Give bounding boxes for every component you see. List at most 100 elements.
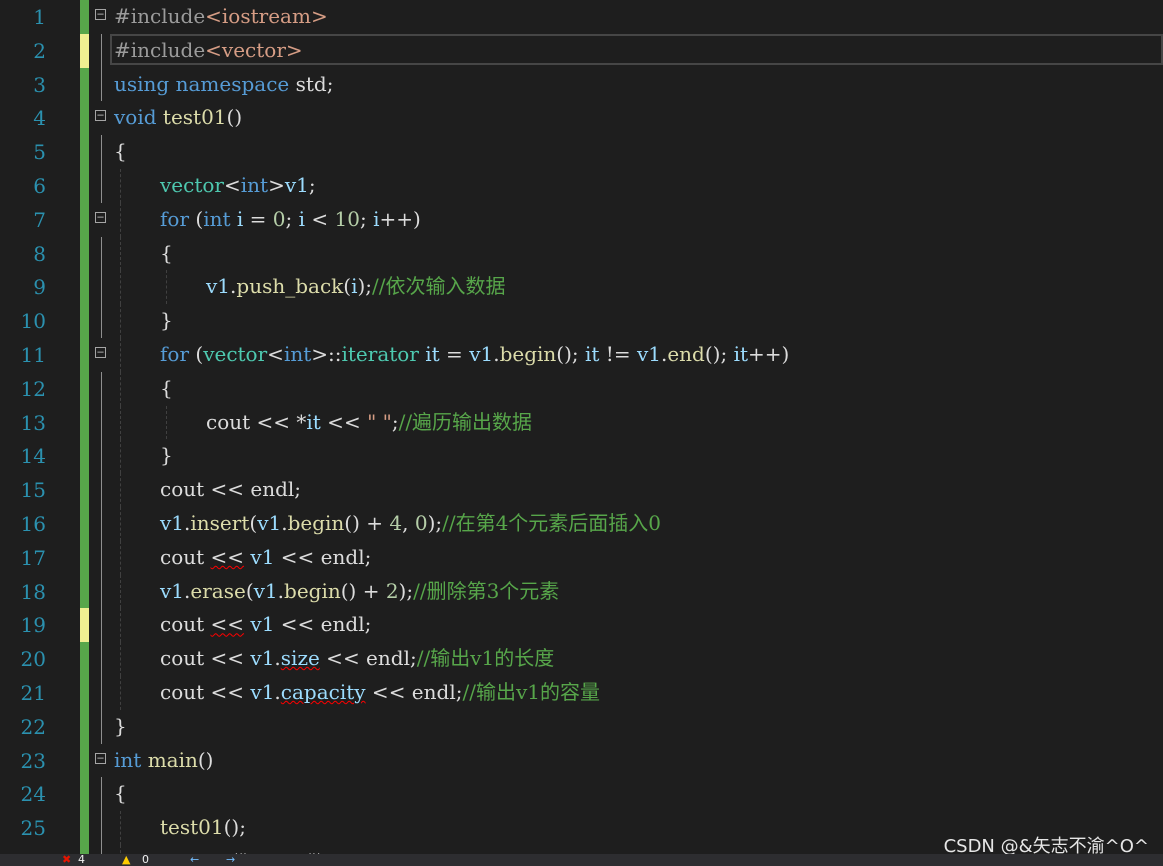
- code-text[interactable]: }: [160, 306, 173, 334]
- code-token: #include: [114, 4, 206, 28]
- navigate-forward-icon[interactable]: →: [226, 854, 235, 866]
- indent-guide: [120, 642, 122, 676]
- code-text[interactable]: for (int i = 0; i < 10; i++): [160, 205, 421, 233]
- code-token: //输出v1的容量: [462, 680, 600, 704]
- code-token: ();: [556, 342, 585, 366]
- collapse-icon[interactable]: −: [95, 752, 106, 764]
- code-line[interactable]: 15 cout << endl;: [0, 473, 1163, 507]
- code-text[interactable]: int main(): [114, 746, 213, 774]
- fold-guide-line: [101, 507, 102, 541]
- code-line[interactable]: 8{: [0, 236, 1163, 271]
- code-text[interactable]: }: [160, 441, 173, 469]
- line-number: 25: [20, 816, 46, 841]
- line-number: 4: [33, 106, 46, 131]
- code-line[interactable]: 23 − int main(): [0, 743, 1163, 778]
- collapse-icon[interactable]: −: [95, 211, 106, 223]
- code-text[interactable]: cout << endl;: [160, 475, 301, 503]
- code-line[interactable]: 17 cout << v1 << endl;: [0, 540, 1163, 575]
- navigate-back-icon[interactable]: ←: [190, 854, 199, 866]
- saved-change-marker: [80, 811, 89, 845]
- code-text[interactable]: cout << v1.capacity << endl;//输出v1的容量: [160, 678, 600, 706]
- code-text[interactable]: v1.insert(v1.begin() + 4, 0);//在第4个元素后面插…: [160, 509, 661, 537]
- indent-guide: [120, 169, 122, 203]
- code-line[interactable]: 10}: [0, 304, 1163, 338]
- code-text[interactable]: cout << v1 << endl;: [160, 543, 371, 571]
- line-number: 3: [33, 72, 46, 97]
- code-text[interactable]: v1.push_back(i);//依次输入数据: [206, 272, 506, 300]
- code-token: v1: [250, 680, 275, 704]
- collapse-icon[interactable]: −: [95, 346, 106, 358]
- code-text[interactable]: {: [160, 239, 173, 267]
- code-line[interactable]: 4 − void test01(): [0, 101, 1163, 136]
- code-text[interactable]: #include<vector>: [114, 36, 303, 64]
- code-token: v1: [284, 173, 309, 197]
- saved-change-marker: [80, 777, 89, 812]
- warning-icon[interactable]: ▲: [122, 854, 130, 866]
- code-line[interactable]: 12 {: [0, 371, 1163, 406]
- code-text[interactable]: cout << *it << " ";//遍历输出数据: [206, 408, 532, 436]
- code-editor[interactable]: 1− #include<iostream> 2 #include<vector> 3 us…: [0, 0, 1163, 866]
- code-token: int: [203, 206, 231, 231]
- code-token: vector: [203, 342, 268, 366]
- code-text[interactable]: cout << v1.size << endl;//输出v1的长度: [160, 644, 554, 672]
- code-text[interactable]: }: [114, 712, 127, 740]
- code-token: }: [160, 443, 173, 468]
- code-line[interactable]: 13 cout << *it << " ";//遍历输出数据: [0, 405, 1163, 440]
- code-token: >::: [311, 342, 342, 366]
- code-line[interactable]: 18 v1.erase(v1.begin() + 2);//删除第3个元素: [0, 574, 1163, 609]
- code-line[interactable]: 19 cout << v1 << endl;: [0, 608, 1163, 643]
- indent-guide: [166, 270, 168, 305]
- code-line[interactable]: 5{: [0, 135, 1163, 169]
- code-line[interactable]: 6 vector<int>v1;: [0, 169, 1163, 203]
- code-text[interactable]: #include<iostream>: [114, 2, 328, 30]
- error-count[interactable]: 4: [78, 854, 85, 866]
- code-text[interactable]: {: [160, 374, 173, 402]
- code-line[interactable]: 9 v1.push_back(i);//依次输入数据: [0, 270, 1163, 305]
- code-line[interactable]: 14}: [0, 439, 1163, 474]
- saved-change-marker: [80, 101, 89, 136]
- code-line[interactable]: 21 cout << v1.capacity << endl;//输出v1的容量: [0, 676, 1163, 710]
- status-bar: ✖ 4 ▲ 0 ← →: [0, 854, 1163, 866]
- code-line[interactable]: 24 {: [0, 777, 1163, 812]
- fold-guide-line: [101, 608, 102, 643]
- code-text[interactable]: cout << v1 << endl;: [160, 610, 371, 638]
- code-token: ();: [223, 815, 246, 840]
- code-text[interactable]: void test01(): [114, 103, 242, 131]
- code-line[interactable]: 7 − for (int i = 0; i < 10; i++): [0, 202, 1163, 237]
- code-text[interactable]: using namespace std;: [114, 70, 333, 98]
- code-line[interactable]: 16 v1.insert(v1.begin() + 4, 0);//在第4个元素后…: [0, 507, 1163, 541]
- code-text[interactable]: for (vector<int>::iterator it = v1.begin…: [160, 340, 789, 368]
- code-text[interactable]: v1.erase(v1.begin() + 2);//删除第3个元素: [160, 577, 559, 605]
- code-text[interactable]: {: [114, 779, 127, 807]
- fold-guide-line: [101, 304, 102, 338]
- warning-count[interactable]: 0: [142, 854, 149, 866]
- code-line[interactable]: 2 #include<vector>: [0, 33, 1163, 68]
- fold-guide-line: [101, 169, 102, 203]
- code-line[interactable]: 20 cout << v1.size << endl;//输出v1的长度: [0, 642, 1163, 676]
- code-token: }: [160, 308, 173, 333]
- line-number: 17: [20, 545, 46, 570]
- code-line[interactable]: 3 using namespace std;: [0, 67, 1163, 102]
- code-text[interactable]: vector<int>v1;: [160, 171, 316, 199]
- code-token: (: [189, 342, 204, 366]
- line-number: 2: [33, 38, 46, 63]
- code-token: erase: [190, 578, 246, 603]
- code-token: //依次输入数据: [372, 274, 506, 299]
- code-text[interactable]: test01();: [160, 813, 246, 841]
- fold-guide-line: [101, 67, 102, 102]
- code-token: insert: [190, 511, 250, 535]
- code-line[interactable]: 1 − #include<iostream>: [0, 0, 1163, 34]
- code-token: it: [585, 342, 600, 366]
- saved-change-marker: [80, 507, 89, 541]
- code-token: <: [305, 206, 335, 231]
- code-line[interactable]: 22}: [0, 709, 1163, 744]
- collapse-icon[interactable]: −: [95, 109, 106, 122]
- error-icon[interactable]: ✖: [62, 854, 71, 866]
- code-token: =: [439, 342, 470, 366]
- code-line[interactable]: 11 − for (vector<int>::iterator it = v1.be…: [0, 338, 1163, 372]
- line-number: 5: [33, 140, 46, 165]
- code-token: #include: [114, 37, 206, 62]
- collapse-icon[interactable]: −: [95, 8, 106, 20]
- code-text[interactable]: {: [114, 137, 127, 165]
- code-token: v1: [250, 612, 275, 637]
